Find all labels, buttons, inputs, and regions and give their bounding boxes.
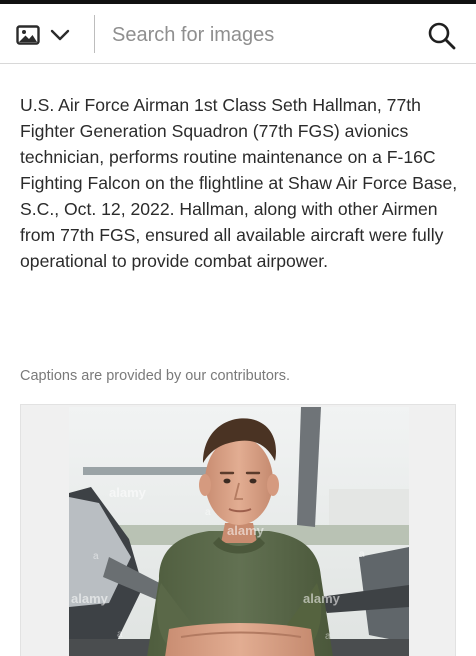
search-icon[interactable]: [426, 20, 458, 52]
watermark-2: alamy: [227, 523, 265, 538]
watermark-mark-c: a: [359, 549, 365, 560]
photo-illustration: alamy alamy alamy alamy a a a a a: [69, 407, 409, 656]
watermark-4: alamy: [303, 591, 341, 606]
search-bar: [0, 4, 476, 64]
image-type-picker[interactable]: [16, 18, 80, 52]
watermark-mark-d: a: [117, 629, 123, 640]
watermark-mark-e: a: [325, 631, 331, 642]
image-icon: [16, 25, 40, 45]
search-divider: [94, 15, 95, 53]
watermark-mark-a: a: [205, 507, 211, 518]
contributor-note: Captions are provided by our contributor…: [20, 368, 291, 384]
watermark-1: alamy: [109, 485, 147, 500]
watermark-mark-b: a: [93, 551, 99, 562]
search-input[interactable]: [102, 18, 402, 52]
chevron-down-icon: [50, 29, 70, 41]
stock-photo[interactable]: alamy alamy alamy alamy a a a a a: [69, 407, 409, 656]
watermark-3: alamy: [71, 591, 109, 606]
image-detail-page: U.S. Air Force Airman 1st Class Seth Hal…: [0, 0, 476, 656]
image-caption: U.S. Air Force Airman 1st Class Seth Hal…: [20, 95, 458, 271]
image-preview-frame: alamy alamy alamy alamy a a a a a: [20, 404, 456, 656]
